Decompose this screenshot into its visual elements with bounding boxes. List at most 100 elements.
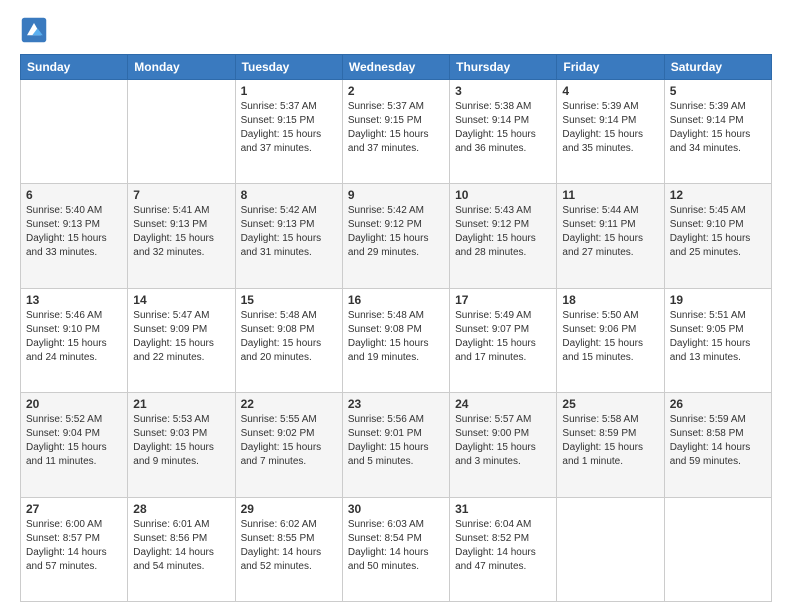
calendar-cell: 31 Sunrise: 6:04 AMSunset: 8:52 PMDayligh… [450, 497, 557, 601]
day-number: 17 [455, 293, 551, 307]
calendar-cell: 5Sunrise: 5:39 AMSunset: 9:14 PMDaylight… [664, 80, 771, 184]
cell-content: Sunrise: 5:48 AMSunset: 9:08 PMDaylight:… [348, 309, 444, 365]
cell-content: Sunrise: 5:58 AMSunset: 8:59 PMDaylight:… [562, 413, 658, 469]
week-row-2: 6 Sunrise: 5:40 AMSunset: 9:13 PMDaylight… [21, 184, 772, 288]
cell-content: Sunrise: 6:04 AMSunset: 8:52 PMDaylight:… [455, 518, 551, 574]
cell-content: Sunrise: 5:57 AMSunset: 9:00 PMDaylight:… [455, 413, 551, 469]
calendar-cell: 15 Sunrise: 5:48 AMSunset: 9:08 PMDayligh… [235, 288, 342, 392]
cell-content: Sunrise: 5:37 AMSunset: 9:15 PMDaylight:… [348, 100, 444, 156]
day-number: 18 [562, 293, 658, 307]
cell-content: Sunrise: 5:47 AMSunset: 9:09 PMDaylight:… [133, 309, 229, 365]
calendar-cell: 2 Sunrise: 5:37 AMSunset: 9:15 PMDaylight… [342, 80, 449, 184]
day-number: 24 [455, 397, 551, 411]
calendar-cell: 16 Sunrise: 5:48 AMSunset: 9:08 PMDayligh… [342, 288, 449, 392]
day-header-saturday: Saturday [664, 55, 771, 80]
day-number: 8 [241, 188, 337, 202]
day-number: 3 [455, 84, 551, 98]
logo [20, 16, 52, 44]
calendar-cell: 13 Sunrise: 5:46 AMSunset: 9:10 PMDayligh… [21, 288, 128, 392]
calendar-cell: 7 Sunrise: 5:41 AMSunset: 9:13 PMDaylight… [128, 184, 235, 288]
calendar-cell: 9 Sunrise: 5:42 AMSunset: 9:12 PMDaylight… [342, 184, 449, 288]
cell-content: Sunrise: 6:03 AMSunset: 8:54 PMDaylight:… [348, 518, 444, 574]
calendar-cell: 25 Sunrise: 5:58 AMSunset: 8:59 PMDayligh… [557, 393, 664, 497]
day-number: 6 [26, 188, 122, 202]
day-number: 21 [133, 397, 229, 411]
cell-content: Sunrise: 5:42 AMSunset: 9:12 PMDaylight:… [348, 204, 444, 260]
calendar-cell: 4 Sunrise: 5:39 AMSunset: 9:14 PMDaylight… [557, 80, 664, 184]
calendar-cell: 21 Sunrise: 5:53 AMSunset: 9:03 PMDayligh… [128, 393, 235, 497]
calendar-cell: 23 Sunrise: 5:56 AMSunset: 9:01 PMDayligh… [342, 393, 449, 497]
day-number: 4 [562, 84, 658, 98]
day-number: 27 [26, 502, 122, 516]
day-number: 28 [133, 502, 229, 516]
cell-content: Sunrise: 5:42 AMSunset: 9:13 PMDaylight:… [241, 204, 337, 260]
calendar-cell: 6 Sunrise: 5:40 AMSunset: 9:13 PMDaylight… [21, 184, 128, 288]
calendar-cell: 11Sunrise: 5:44 AMSunset: 9:11 PMDayligh… [557, 184, 664, 288]
calendar-cell: 30 Sunrise: 6:03 AMSunset: 8:54 PMDayligh… [342, 497, 449, 601]
calendar-cell: 12Sunrise: 5:45 AMSunset: 9:10 PMDayligh… [664, 184, 771, 288]
cell-content: Sunrise: 5:39 AMSunset: 9:14 PMDaylight:… [562, 100, 658, 156]
calendar-table: SundayMondayTuesdayWednesdayThursdayFrid… [20, 54, 772, 602]
day-number: 13 [26, 293, 122, 307]
calendar-cell: 22 Sunrise: 5:55 AMSunset: 9:02 PMDayligh… [235, 393, 342, 497]
day-number: 15 [241, 293, 337, 307]
day-number: 14 [133, 293, 229, 307]
day-number: 5 [670, 84, 766, 98]
calendar-cell [21, 80, 128, 184]
calendar-cell: 3Sunrise: 5:38 AMSunset: 9:14 PMDaylight… [450, 80, 557, 184]
logo-icon [20, 16, 48, 44]
day-number: 16 [348, 293, 444, 307]
cell-content: Sunrise: 5:50 AMSunset: 9:06 PMDaylight:… [562, 309, 658, 365]
week-row-5: 27 Sunrise: 6:00 AMSunset: 8:57 PMDayligh… [21, 497, 772, 601]
cell-content: Sunrise: 6:02 AMSunset: 8:55 PMDaylight:… [241, 518, 337, 574]
day-number: 7 [133, 188, 229, 202]
week-row-3: 13 Sunrise: 5:46 AMSunset: 9:10 PMDayligh… [21, 288, 772, 392]
day-number: 30 [348, 502, 444, 516]
day-header-thursday: Thursday [450, 55, 557, 80]
day-number: 26 [670, 397, 766, 411]
day-number: 2 [348, 84, 444, 98]
cell-content: Sunrise: 5:44 AMSunset: 9:11 PMDaylight:… [562, 204, 658, 260]
day-header-sunday: Sunday [21, 55, 128, 80]
cell-content: Sunrise: 5:40 AMSunset: 9:13 PMDaylight:… [26, 204, 122, 260]
calendar-cell [664, 497, 771, 601]
cell-content: Sunrise: 5:53 AMSunset: 9:03 PMDaylight:… [133, 413, 229, 469]
week-row-1: 1 Sunrise: 5:37 AMSunset: 9:15 PMDaylight… [21, 80, 772, 184]
day-number: 23 [348, 397, 444, 411]
calendar-cell: 29 Sunrise: 6:02 AMSunset: 8:55 PMDayligh… [235, 497, 342, 601]
cell-content: Sunrise: 6:00 AMSunset: 8:57 PMDaylight:… [26, 518, 122, 574]
calendar-cell: 8 Sunrise: 5:42 AMSunset: 9:13 PMDaylight… [235, 184, 342, 288]
cell-content: Sunrise: 5:51 AMSunset: 9:05 PMDaylight:… [670, 309, 766, 365]
day-header-wednesday: Wednesday [342, 55, 449, 80]
calendar-cell: 14 Sunrise: 5:47 AMSunset: 9:09 PMDayligh… [128, 288, 235, 392]
cell-content: Sunrise: 6:01 AMSunset: 8:56 PMDaylight:… [133, 518, 229, 574]
day-number: 22 [241, 397, 337, 411]
header [20, 16, 772, 44]
cell-content: Sunrise: 5:49 AMSunset: 9:07 PMDaylight:… [455, 309, 551, 365]
calendar-cell: 28 Sunrise: 6:01 AMSunset: 8:56 PMDayligh… [128, 497, 235, 601]
cell-content: Sunrise: 5:52 AMSunset: 9:04 PMDaylight:… [26, 413, 122, 469]
cell-content: Sunrise: 5:43 AMSunset: 9:12 PMDaylight:… [455, 204, 551, 260]
day-number: 29 [241, 502, 337, 516]
calendar-cell [557, 497, 664, 601]
calendar-cell: 27 Sunrise: 6:00 AMSunset: 8:57 PMDayligh… [21, 497, 128, 601]
cell-content: Sunrise: 5:56 AMSunset: 9:01 PMDaylight:… [348, 413, 444, 469]
day-number: 31 [455, 502, 551, 516]
calendar-cell: 1Sunrise: 5:37 AMSunset: 9:15 PMDaylight… [235, 80, 342, 184]
cell-content: Sunrise: 5:46 AMSunset: 9:10 PMDaylight:… [26, 309, 122, 365]
cell-content: Sunrise: 5:55 AMSunset: 9:02 PMDaylight:… [241, 413, 337, 469]
calendar-cell: 10 Sunrise: 5:43 AMSunset: 9:12 PMDayligh… [450, 184, 557, 288]
day-number: 1 [241, 84, 337, 98]
calendar-cell: 18 Sunrise: 5:50 AMSunset: 9:06 PMDayligh… [557, 288, 664, 392]
day-header-friday: Friday [557, 55, 664, 80]
calendar-cell: 24 Sunrise: 5:57 AMSunset: 9:00 PMDayligh… [450, 393, 557, 497]
day-number: 19 [670, 293, 766, 307]
day-number: 9 [348, 188, 444, 202]
calendar-cell [128, 80, 235, 184]
day-number: 25 [562, 397, 658, 411]
cell-content: Sunrise: 5:41 AMSunset: 9:13 PMDaylight:… [133, 204, 229, 260]
day-number: 10 [455, 188, 551, 202]
day-number: 20 [26, 397, 122, 411]
cell-content: Sunrise: 5:48 AMSunset: 9:08 PMDaylight:… [241, 309, 337, 365]
calendar-cell: 17 Sunrise: 5:49 AMSunset: 9:07 PMDayligh… [450, 288, 557, 392]
